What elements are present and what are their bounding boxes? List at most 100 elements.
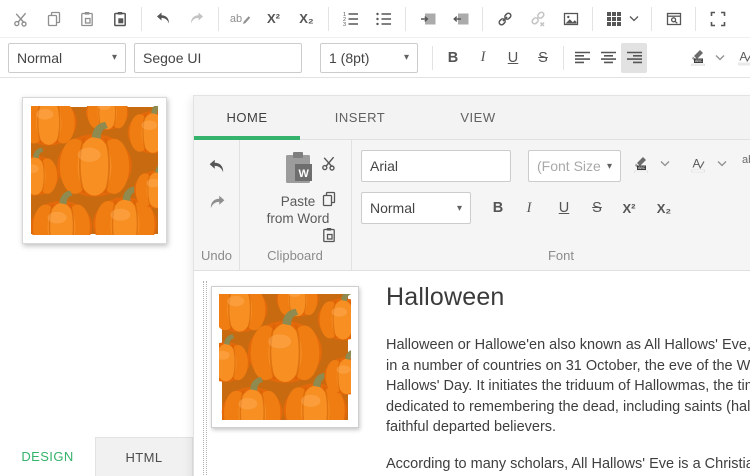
view-html-button[interactable] bbox=[657, 4, 690, 34]
outdent-button[interactable] bbox=[444, 4, 477, 34]
superscript-button[interactable]: X² bbox=[257, 4, 290, 34]
chevron-down-icon: ▾ bbox=[607, 161, 612, 172]
font-size-dropdown[interactable]: 1 (8pt) ▾ bbox=[320, 43, 418, 73]
strikethrough-button[interactable]: S bbox=[528, 43, 558, 73]
bold-button[interactable]: B bbox=[438, 43, 468, 73]
redo-button[interactable] bbox=[202, 188, 232, 216]
cut-button[interactable] bbox=[4, 4, 37, 34]
font-color-button[interactable]: A bbox=[737, 49, 750, 66]
link-icon bbox=[497, 11, 513, 27]
tab-design[interactable]: DESIGN bbox=[0, 437, 95, 476]
paste-button[interactable] bbox=[316, 222, 342, 248]
subscript-button[interactable]: X₂ bbox=[290, 4, 323, 34]
fullscreen-icon bbox=[710, 11, 726, 27]
undo-button[interactable] bbox=[147, 4, 180, 34]
paragraph-1: Halloween or Hallowe'en also known as Al… bbox=[386, 335, 750, 438]
insert-image-button[interactable] bbox=[554, 4, 587, 34]
toolbar-separator bbox=[695, 7, 696, 31]
pumpkin-thumbnail-frame[interactable] bbox=[22, 97, 167, 244]
resize-gripper[interactable] bbox=[203, 281, 207, 476]
editor-screen: ab X² X₂ 1 2 3 bbox=[0, 0, 750, 476]
chevron-down-icon: ▾ bbox=[404, 52, 409, 63]
toolbar-separator bbox=[218, 7, 219, 31]
paragraph-style-value: Normal bbox=[370, 200, 451, 216]
chevron-down-icon bbox=[660, 160, 670, 168]
subscript-button[interactable]: X₂ bbox=[650, 193, 678, 223]
align-left-button[interactable] bbox=[569, 43, 595, 73]
clipboard-group-label: Clipboard bbox=[239, 248, 351, 263]
superscript-label: X² bbox=[267, 11, 280, 26]
undo-icon bbox=[207, 158, 227, 175]
table-icon bbox=[606, 11, 622, 27]
remove-link-button[interactable] bbox=[521, 4, 554, 34]
undo-group-label: Undo bbox=[194, 248, 239, 263]
document-text: Halloween Halloween or Hallowe'en also k… bbox=[386, 283, 750, 475]
tab-view[interactable]: VIEW bbox=[420, 96, 536, 139]
pumpkin-image bbox=[219, 294, 351, 420]
superscript-button[interactable]: X² bbox=[615, 193, 643, 223]
paragraph-style-dropdown[interactable]: Normal ▾ bbox=[8, 43, 126, 73]
background-color-arrow[interactable] bbox=[715, 54, 725, 62]
text-line: Halloween or Hallowe'en also known as Al… bbox=[386, 335, 750, 356]
toolbar-separator bbox=[592, 7, 593, 31]
toolbar-separator bbox=[141, 7, 142, 31]
copy-button[interactable] bbox=[316, 186, 342, 212]
insert-link-button[interactable] bbox=[488, 4, 521, 34]
paragraph-style-value: Normal bbox=[17, 50, 106, 66]
chevron-down-icon bbox=[629, 15, 639, 23]
chevron-down-icon: ▾ bbox=[457, 203, 462, 214]
tab-html[interactable]: HTML bbox=[95, 437, 193, 476]
ordered-list-button[interactable]: 1 2 3 bbox=[334, 4, 367, 34]
redo-icon bbox=[188, 11, 205, 26]
font-size-dropdown[interactable]: (Font Size ▾ bbox=[528, 150, 621, 182]
copy-button[interactable] bbox=[37, 4, 70, 34]
underline-button[interactable]: U bbox=[550, 193, 578, 223]
font-color-arrow[interactable] bbox=[717, 160, 727, 168]
text-line: in a number of countries on 31 October, … bbox=[386, 356, 750, 377]
undo-button[interactable] bbox=[202, 152, 232, 180]
indent-icon bbox=[420, 12, 436, 26]
find-replace-button[interactable]: ab bbox=[224, 4, 257, 34]
unordered-list-icon bbox=[375, 11, 392, 27]
background-color-button[interactable]: ABC bbox=[632, 156, 650, 173]
italic-button[interactable]: I bbox=[468, 43, 498, 73]
unordered-list-button[interactable] bbox=[367, 4, 400, 34]
font-size-placeholder: (Font Size bbox=[537, 158, 601, 174]
tab-home[interactable]: HOME bbox=[194, 96, 300, 139]
font-family-dropdown[interactable]: Segoe UI bbox=[134, 43, 302, 73]
svg-text:ABC: ABC bbox=[695, 59, 703, 63]
document-heading: Halloween bbox=[386, 283, 750, 312]
pumpkin-content-frame[interactable] bbox=[211, 286, 359, 428]
underline-button[interactable]: U bbox=[498, 43, 528, 73]
ribbon-tabstrip: HOME INSERT VIEW bbox=[194, 96, 750, 140]
font-color-button[interactable]: A bbox=[690, 156, 706, 173]
fullscreen-button[interactable] bbox=[701, 4, 734, 34]
inner-editor-content[interactable]: Halloween Halloween or Hallowe'en also k… bbox=[194, 271, 750, 476]
toolbar-separator bbox=[405, 7, 406, 31]
cut-icon bbox=[321, 155, 337, 171]
cut-button[interactable] bbox=[316, 150, 342, 176]
paragraph-style-dropdown[interactable]: Normal ▾ bbox=[361, 192, 471, 224]
align-right-button[interactable] bbox=[621, 43, 647, 73]
background-color-button[interactable]: ABC bbox=[689, 49, 707, 66]
align-center-button[interactable] bbox=[595, 43, 621, 73]
background-color-arrow[interactable] bbox=[660, 160, 670, 168]
italic-button[interactable]: I bbox=[515, 193, 543, 223]
preview-icon bbox=[666, 11, 682, 27]
redo-icon bbox=[207, 194, 227, 211]
create-table-button[interactable] bbox=[598, 4, 646, 34]
text-line: faithful departed believers. bbox=[386, 417, 750, 438]
paste-button[interactable] bbox=[70, 4, 103, 34]
tab-insert[interactable]: INSERT bbox=[300, 96, 420, 139]
paste-from-word-button[interactable] bbox=[103, 4, 136, 34]
find-replace-button[interactable]: ab bbox=[742, 154, 750, 166]
text-line: According to many scholars, All Hallows'… bbox=[386, 454, 750, 475]
redo-button[interactable] bbox=[180, 4, 213, 34]
paragraph-2: According to many scholars, All Hallows'… bbox=[386, 454, 750, 475]
indent-button[interactable] bbox=[411, 4, 444, 34]
highlight-color-icon: ABC bbox=[689, 49, 707, 66]
strikethrough-button[interactable]: S bbox=[583, 193, 611, 223]
font-family-dropdown[interactable]: Arial bbox=[361, 150, 511, 182]
main-toolbar-row1: ab X² X₂ 1 2 3 bbox=[0, 0, 750, 38]
bold-button[interactable]: B bbox=[484, 193, 512, 223]
